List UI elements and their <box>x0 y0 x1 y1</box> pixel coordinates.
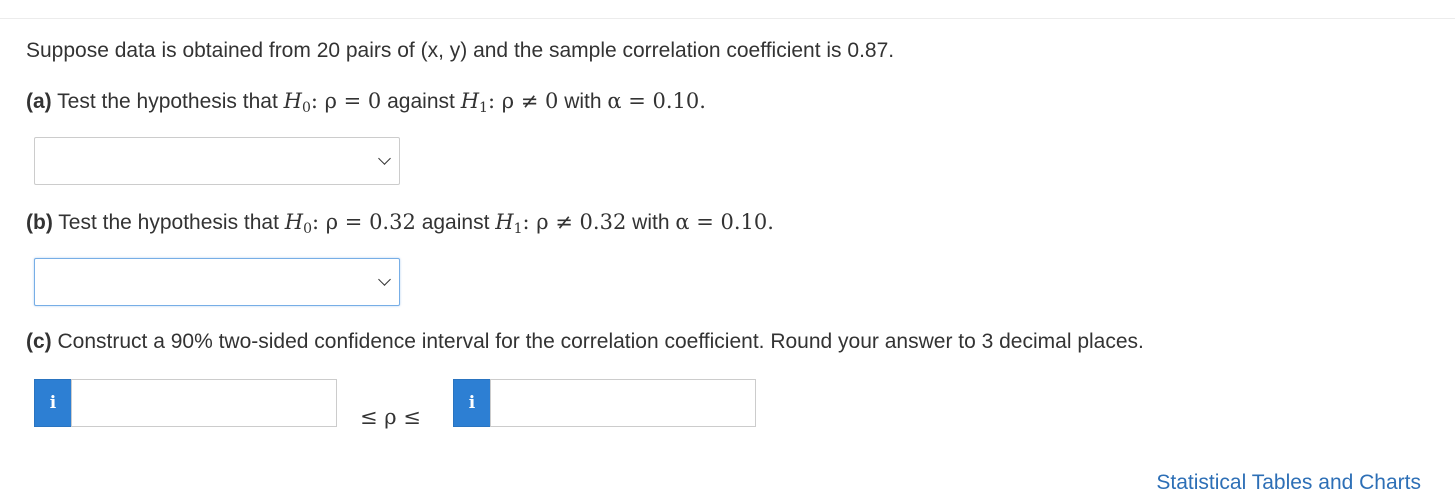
part-a-against: against <box>387 90 455 113</box>
part-b-h0: H0: ρ = 0.32 <box>284 210 416 237</box>
part-b-label: (b) <box>26 211 53 234</box>
part-c-prompt: (c) Construct a 90% two-sided confidence… <box>26 330 1144 354</box>
part-a-with: with <box>564 90 602 113</box>
info-icon[interactable]: i <box>34 379 72 427</box>
chevron-down-icon <box>378 152 391 165</box>
part-a-text: Test the hypothesis that <box>57 90 278 113</box>
chevron-down-icon <box>378 273 391 286</box>
problem-intro: Suppose data is obtained from 20 pairs o… <box>26 39 895 62</box>
part-b-prompt: (b) Test the hypothesis that H0: ρ = 0.3… <box>26 210 774 237</box>
part-c-label: (c) <box>26 330 52 353</box>
ci-upper-input[interactable] <box>490 379 756 427</box>
part-a-h1: H1: ρ ≠ 0 <box>460 89 559 116</box>
statistical-tables-link[interactable]: Statistical Tables and Charts <box>1156 471 1421 495</box>
question-page: Suppose data is obtained from 20 pairs o… <box>0 18 1455 498</box>
info-icon[interactable]: i <box>453 379 491 427</box>
ci-between-expression: ≤ ρ ≤ <box>360 405 421 429</box>
part-a-prompt: (a) Test the hypothesis that H0: ρ = 0 a… <box>26 89 706 116</box>
part-a-label: (a) <box>26 90 52 113</box>
part-a-h0: H0: ρ = 0 <box>283 89 382 116</box>
part-a-alpha: α = 0.10. <box>607 89 706 113</box>
part-b-text: Test the hypothesis that <box>58 211 279 234</box>
part-b-alpha: α = 0.10. <box>675 210 774 234</box>
part-b-with: with <box>632 211 670 234</box>
part-a-answer-select[interactable] <box>34 137 400 185</box>
part-b-against: against <box>421 211 490 234</box>
ci-lower-input[interactable] <box>71 379 337 427</box>
part-c-text: Construct a 90% two-sided confidence int… <box>57 330 1144 353</box>
part-b-h1: H1: ρ ≠ 0.32 <box>495 210 627 237</box>
part-b-answer-select[interactable] <box>34 258 400 306</box>
